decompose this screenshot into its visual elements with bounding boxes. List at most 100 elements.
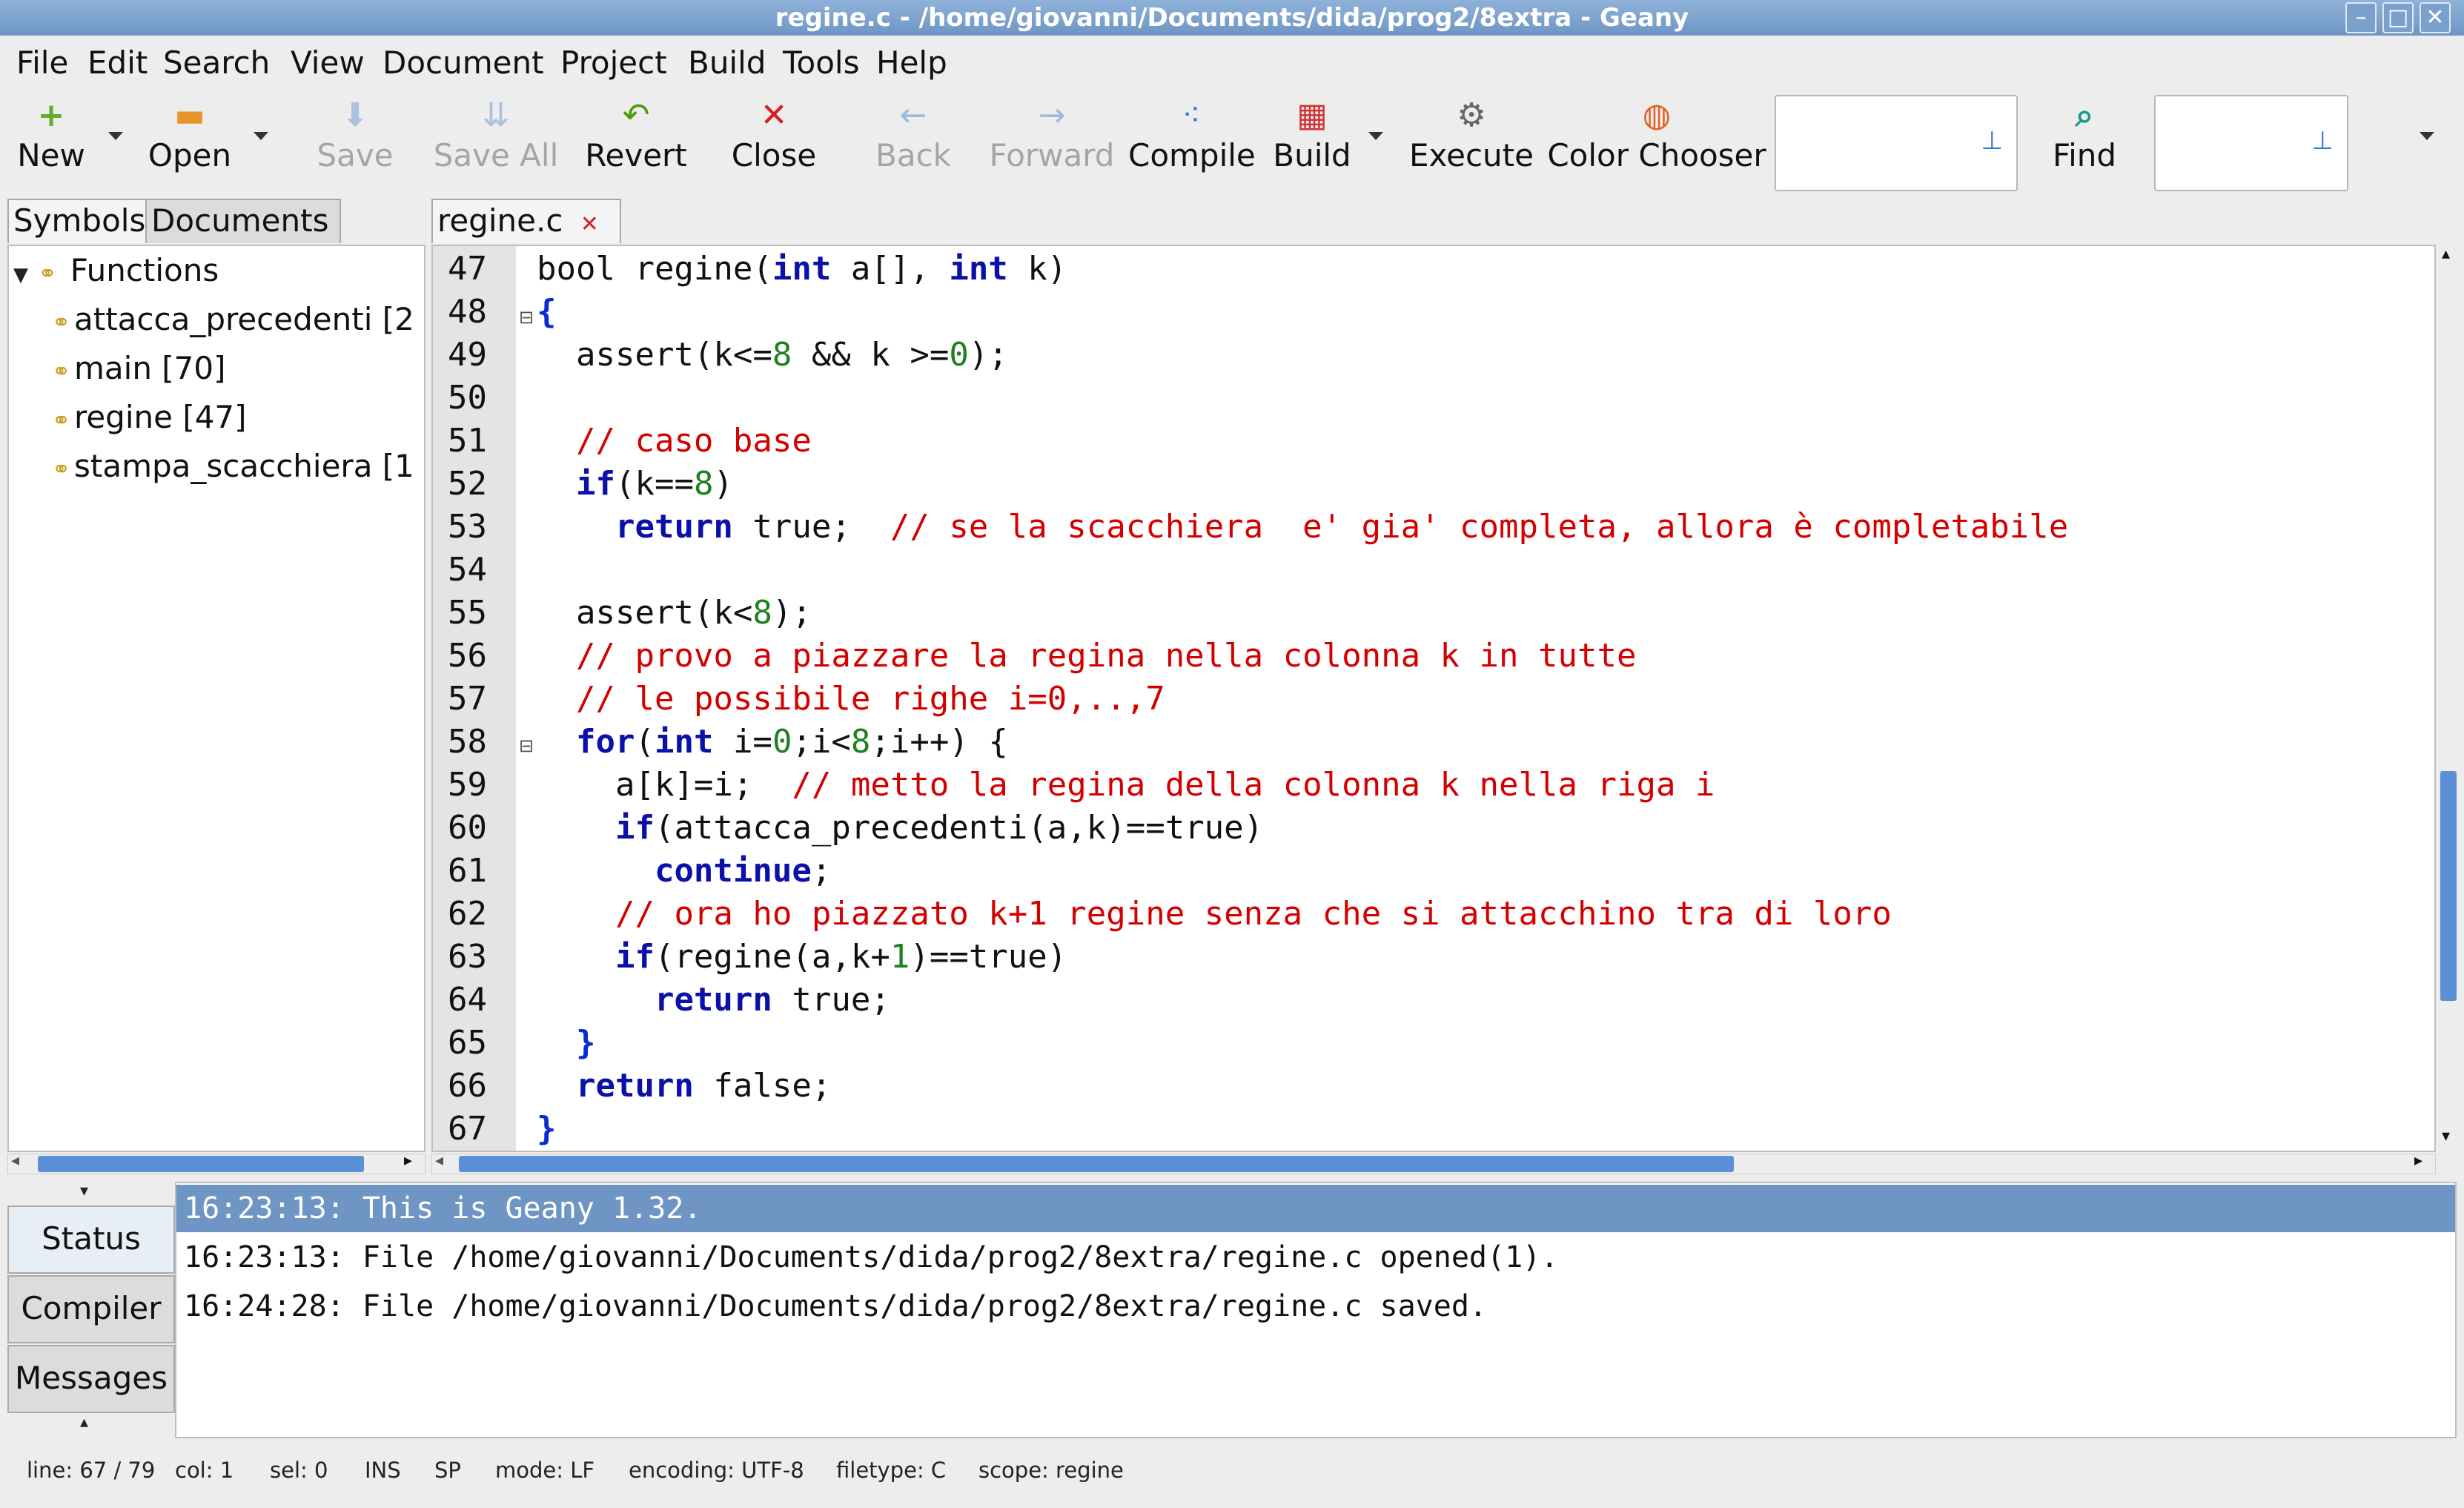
tree-group-functions[interactable]: ▼ ⚭ Functions [13, 251, 219, 295]
code-line[interactable]: continue; [537, 850, 831, 893]
goto-line-entry[interactable]: ⊥ [1775, 95, 2018, 191]
menubar: File Edit Search View Document Project B… [0, 40, 2464, 86]
save-all-button[interactable]: ⇊ Save All [431, 96, 560, 185]
line-number: 61 [448, 852, 487, 890]
window-title: regine.c - /home/giovanni/Documents/dida… [775, 3, 1689, 33]
code-line[interactable]: // provo a piazzare la regina nella colo… [537, 635, 1636, 678]
scroll-up-icon[interactable]: ▴ [2442, 245, 2450, 263]
code-line[interactable]: return false; [537, 1065, 831, 1108]
scroll-left-icon[interactable]: ◂ [435, 1151, 443, 1170]
color-wheel-icon: ◍ [1642, 96, 1672, 134]
open-dropdown-arrow[interactable] [254, 132, 268, 140]
line-number: 64 [448, 981, 487, 1019]
code-line[interactable]: // le possibile righe i=0,..,7 [537, 678, 1165, 721]
code-line[interactable]: return true; [537, 979, 890, 1022]
tab-regine-c[interactable]: regine.c ✕ [431, 199, 621, 243]
code-line[interactable]: // caso base [537, 420, 812, 463]
editor-hscroll-thumb[interactable] [459, 1156, 1734, 1172]
message-line[interactable]: 16:23:13: This is Geany 1.32. [176, 1185, 2455, 1232]
status-scope: scope: regine [978, 1458, 1124, 1483]
menu-document[interactable]: Document [382, 44, 544, 82]
execute-button[interactable]: ⚙ Execute [1408, 96, 1534, 185]
code-line[interactable]: a[k]=i; // metto la regina della colonna… [537, 764, 1715, 807]
scroll-left-icon[interactable]: ◂ [11, 1151, 19, 1170]
tab-status[interactable]: Status [7, 1206, 175, 1274]
save-button[interactable]: ⬇ Save [310, 96, 400, 185]
close-window-button[interactable]: ✕ [2420, 2, 2451, 33]
tab-documents[interactable]: Documents [145, 199, 341, 243]
line-number: 47 [448, 250, 487, 288]
menu-edit[interactable]: Edit [87, 44, 148, 82]
new-button[interactable]: + New [10, 96, 92, 185]
menu-build[interactable]: Build [688, 44, 766, 82]
tab-scroll-up-icon[interactable]: ▾ [80, 1182, 88, 1200]
function-icon: ⚭ [52, 359, 71, 385]
close-tab-icon[interactable]: ✕ [580, 211, 599, 237]
fold-collapse-icon[interactable]: ⊟ [519, 735, 534, 756]
search-entry[interactable]: ⊥ [2154, 95, 2348, 191]
message-line[interactable]: 16:24:28: File /home/giovanni/Documents/… [184, 1283, 1487, 1330]
open-button[interactable]: ▬ Open [144, 96, 236, 185]
menu-help[interactable]: Help [876, 44, 947, 82]
minimize-button[interactable]: – [2345, 2, 2377, 33]
tree-item[interactable]: ⚭ regine [47] [52, 397, 247, 441]
color-chooser-button[interactable]: ◍ Color Chooser [1545, 96, 1769, 185]
menu-search[interactable]: Search [163, 44, 270, 82]
new-dropdown-arrow[interactable] [108, 132, 123, 140]
forward-button[interactable]: → Forward [989, 96, 1115, 185]
build-button[interactable]: ▦ Build [1268, 96, 1357, 185]
menu-view[interactable]: View [291, 44, 365, 82]
tree-item[interactable]: ⚭ stampa_scacchiera [1 [52, 446, 414, 490]
code-editor[interactable]: 47 bool regine(int a[], int k) 48 {49 asser… [431, 245, 2436, 1152]
fold-collapse-icon[interactable]: ⊟ [519, 307, 534, 328]
code-line[interactable]: if(k==8) [537, 463, 733, 506]
code-line[interactable]: return true; // se la scacchiera e' gia'… [537, 506, 2068, 549]
code-line[interactable]: } [537, 1022, 596, 1065]
menu-file[interactable]: File [16, 44, 68, 82]
sidebar-hscroll-thumb[interactable] [38, 1156, 364, 1172]
scroll-right-icon[interactable]: ▸ [404, 1151, 412, 1170]
code-line[interactable]: assert(k<8); [537, 592, 812, 635]
editor-hscrollbar[interactable]: ◂ ▸ [431, 1151, 2436, 1174]
tab-compiler[interactable]: Compiler [7, 1275, 175, 1343]
code-line[interactable]: if(regine(a,k+1)==true) [537, 936, 1067, 979]
tab-messages[interactable]: Messages [7, 1345, 175, 1413]
code-line[interactable]: bool regine(int a[], int k) [537, 248, 1067, 291]
code-line[interactable]: { [537, 291, 557, 334]
code-line[interactable]: for(int i=0;i<8;i++) { [537, 721, 1008, 764]
menu-tools[interactable]: Tools [783, 44, 859, 82]
tab-scroll-down-icon[interactable]: ▴ [80, 1413, 88, 1432]
line-number: 59 [448, 766, 487, 804]
scroll-down-icon[interactable]: ▾ [2442, 1127, 2450, 1145]
compile-button[interactable]: ⁖ Compile [1128, 96, 1256, 185]
close-button[interactable]: ✕ Close [726, 96, 821, 185]
line-number: 57 [448, 680, 487, 718]
code-line[interactable]: if(attacca_precedenti(a,k)==true) [537, 807, 1263, 850]
window-titlebar: regine.c - /home/giovanni/Documents/dida… [0, 0, 2464, 36]
code-line[interactable]: } [537, 1108, 557, 1151]
tree-item[interactable]: ⚭ main [70] [52, 348, 226, 392]
back-button[interactable]: ← Back [869, 96, 958, 185]
revert-icon: ↶ [622, 96, 650, 134]
sidebar-hscrollbar[interactable]: ◂ ▸ [7, 1151, 425, 1174]
line-number: 51 [448, 422, 487, 460]
build-dropdown-arrow[interactable] [1368, 132, 1383, 140]
find-button[interactable]: ⌕ Find [2043, 96, 2126, 185]
toolbar-overflow-arrow[interactable] [2420, 132, 2434, 140]
status-filetype: filetype: C [836, 1458, 947, 1483]
message-line[interactable]: 16:23:13: File /home/giovanni/Documents/… [184, 1234, 1558, 1281]
line-number: 62 [448, 895, 487, 933]
scroll-right-icon[interactable]: ▸ [2414, 1151, 2422, 1170]
menu-project[interactable]: Project [560, 44, 667, 82]
code-line[interactable]: assert(k<=8 && k >=0); [537, 334, 1008, 377]
line-number: 55 [448, 594, 487, 632]
plus-icon: + [37, 96, 65, 134]
tree-item[interactable]: ⚭ attacca_precedenti [2 [52, 300, 414, 343]
editor-vscrollbar[interactable]: ▴ ▾ [2437, 245, 2460, 1152]
tab-symbols[interactable]: Symbols [7, 199, 157, 243]
editor-vscroll-thumb[interactable] [2440, 771, 2457, 1001]
code-line[interactable]: // ora ho piazzato k+1 regine senza che … [537, 893, 1892, 936]
revert-button[interactable]: ↶ Revert [581, 96, 691, 185]
status-messages: 16:23:13: This is Geany 1.32. 16:23:13: … [175, 1182, 2457, 1438]
maximize-button[interactable]: □ [2382, 2, 2414, 33]
